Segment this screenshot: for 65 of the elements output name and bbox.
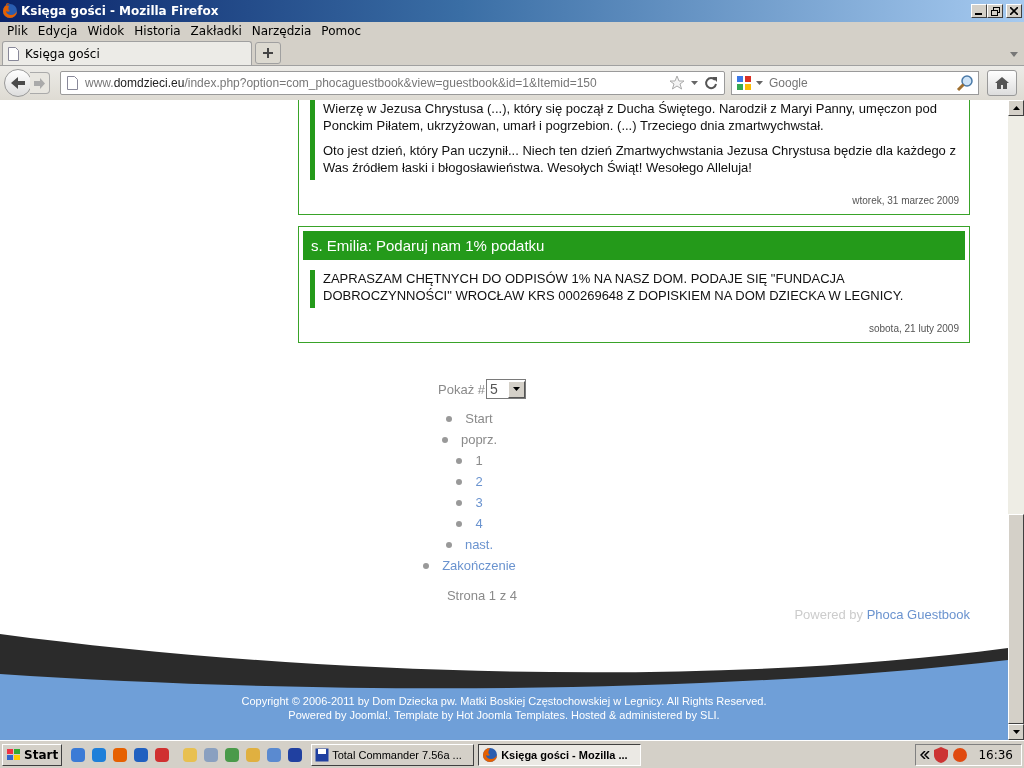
bullet-icon (456, 457, 463, 464)
chevron-icon[interactable] (920, 750, 931, 759)
plus-icon (262, 47, 274, 59)
bullet-icon (456, 478, 463, 485)
menu-item[interactable]: Edycja (32, 24, 83, 38)
taskbar-button[interactable]: Total Commander 7.56a ... (311, 743, 475, 766)
dropdown-arrow-icon[interactable] (756, 81, 763, 85)
page-size-select[interactable]: 5 (486, 379, 526, 399)
bullet-icon (446, 415, 453, 422)
scroll-up-icon[interactable] (1012, 106, 1020, 110)
search-field[interactable]: Google (731, 71, 979, 95)
menu-item[interactable]: Historia (129, 24, 186, 38)
home-button[interactable] (987, 70, 1017, 96)
menu-item[interactable]: Plik (2, 24, 33, 38)
post-text: Oto jest dzień, który Pan uczynił... Niech ten dzień Zmartwychwstania Jezusa Chrystusa będzie dla każdego z Was źródłem łaski i błogosławieństwa. Wesołych Świąt! Wesołego Alleluja! (323, 142, 957, 176)
windows-logo-icon (6, 747, 22, 762)
post-date: wtorek, 31 marzec 2009 (851, 195, 959, 206)
menu-item[interactable]: Pomoc (316, 24, 367, 38)
caret-icon (513, 387, 520, 391)
star-icon[interactable] (669, 75, 685, 91)
browser-tab[interactable]: Księga gości (2, 41, 252, 65)
footer-text: Copyright © 2006-2011 by Dom Dziecka pw. Matki Boskiej Częstochowskiej w Legnicy. All Rights Reserved. (241, 694, 767, 708)
menu-item[interactable]: Narzędzia (246, 24, 317, 38)
page-size-label: Pokaż # (438, 381, 485, 397)
home-icon (994, 76, 1010, 90)
scroll-down-icon[interactable] (1012, 730, 1020, 734)
forward-icon (33, 77, 46, 89)
search-engine-icon[interactable] (736, 75, 752, 91)
clock: 16:36 (978, 747, 1013, 762)
post-date: sobota, 21 luty 2009 (867, 323, 959, 334)
bullet-icon (441, 436, 448, 443)
post-text: Wierzę w Jezusa Chrystusa (...), który się począł z Ducha Świętego. Narodził z Maryi Panny, umęczon pod Ponckim Piłatem, ukrzyżowan, umarł i pogrzebion. (...) Trzeciego dnia zmartwychwstał. (323, 100, 938, 134)
restore-button[interactable] (987, 4, 1003, 18)
post-text: ZAPRASZAM CHĘTNYCH DO ODPISÓW 1% NA NASZ DOM. PODAJE SIĘ "FUNDACJA DOBROCZYNNOŚCI" WROCŁAW KRS 000269648 Z DOPISKIEM NA DOM DZIECKA W LEGNICY. (323, 270, 905, 304)
tab-list-arrow-icon[interactable] (1010, 52, 1018, 57)
reload-icon[interactable] (704, 76, 718, 90)
address-bar[interactable]: www.domdzieci.eu/index.php?option=com_phocaguestbook&view=guestbook&id=1&Itemid=150 (60, 71, 725, 95)
footer-text: Powered by Joomla!. Template by Hot Joomla Templates. Hosted & administered by SLI. (288, 708, 720, 722)
dropdown-arrow-icon[interactable] (691, 81, 698, 85)
bullet-icon (445, 541, 452, 548)
menu-item[interactable]: Zakładki (185, 24, 247, 38)
post-title: s. Emilia: Podaruj nam 1% podatku (303, 231, 965, 260)
bullet-icon (456, 520, 463, 527)
page-icon (67, 76, 79, 90)
close-icon (1010, 7, 1018, 15)
close-button[interactable] (1006, 4, 1022, 18)
page-label: Start (465, 411, 493, 426)
back-icon (10, 76, 26, 90)
window-title: Księga gości - Mozilla Firefox (21, 4, 220, 18)
page-icon (8, 46, 20, 61)
scrollbar[interactable] (1008, 100, 1024, 740)
taskbar-button[interactable]: Księga gości - Mozilla ... (478, 743, 642, 766)
bullet-icon (456, 499, 463, 506)
menu-item[interactable]: Widok (82, 24, 130, 38)
page-label: poprz. (460, 432, 498, 447)
page-summary: Strona 1 z 4 (446, 588, 518, 603)
start-button[interactable]: Start (2, 743, 63, 766)
restore-icon (990, 6, 1000, 16)
search-icon[interactable] (956, 74, 974, 92)
new-tab-button[interactable] (255, 42, 281, 64)
page-label: 1 (475, 453, 483, 468)
minimize-button[interactable] (971, 4, 987, 18)
bullet-icon (423, 562, 430, 569)
circle-icon[interactable] (952, 746, 969, 763)
back-button[interactable] (4, 69, 32, 97)
